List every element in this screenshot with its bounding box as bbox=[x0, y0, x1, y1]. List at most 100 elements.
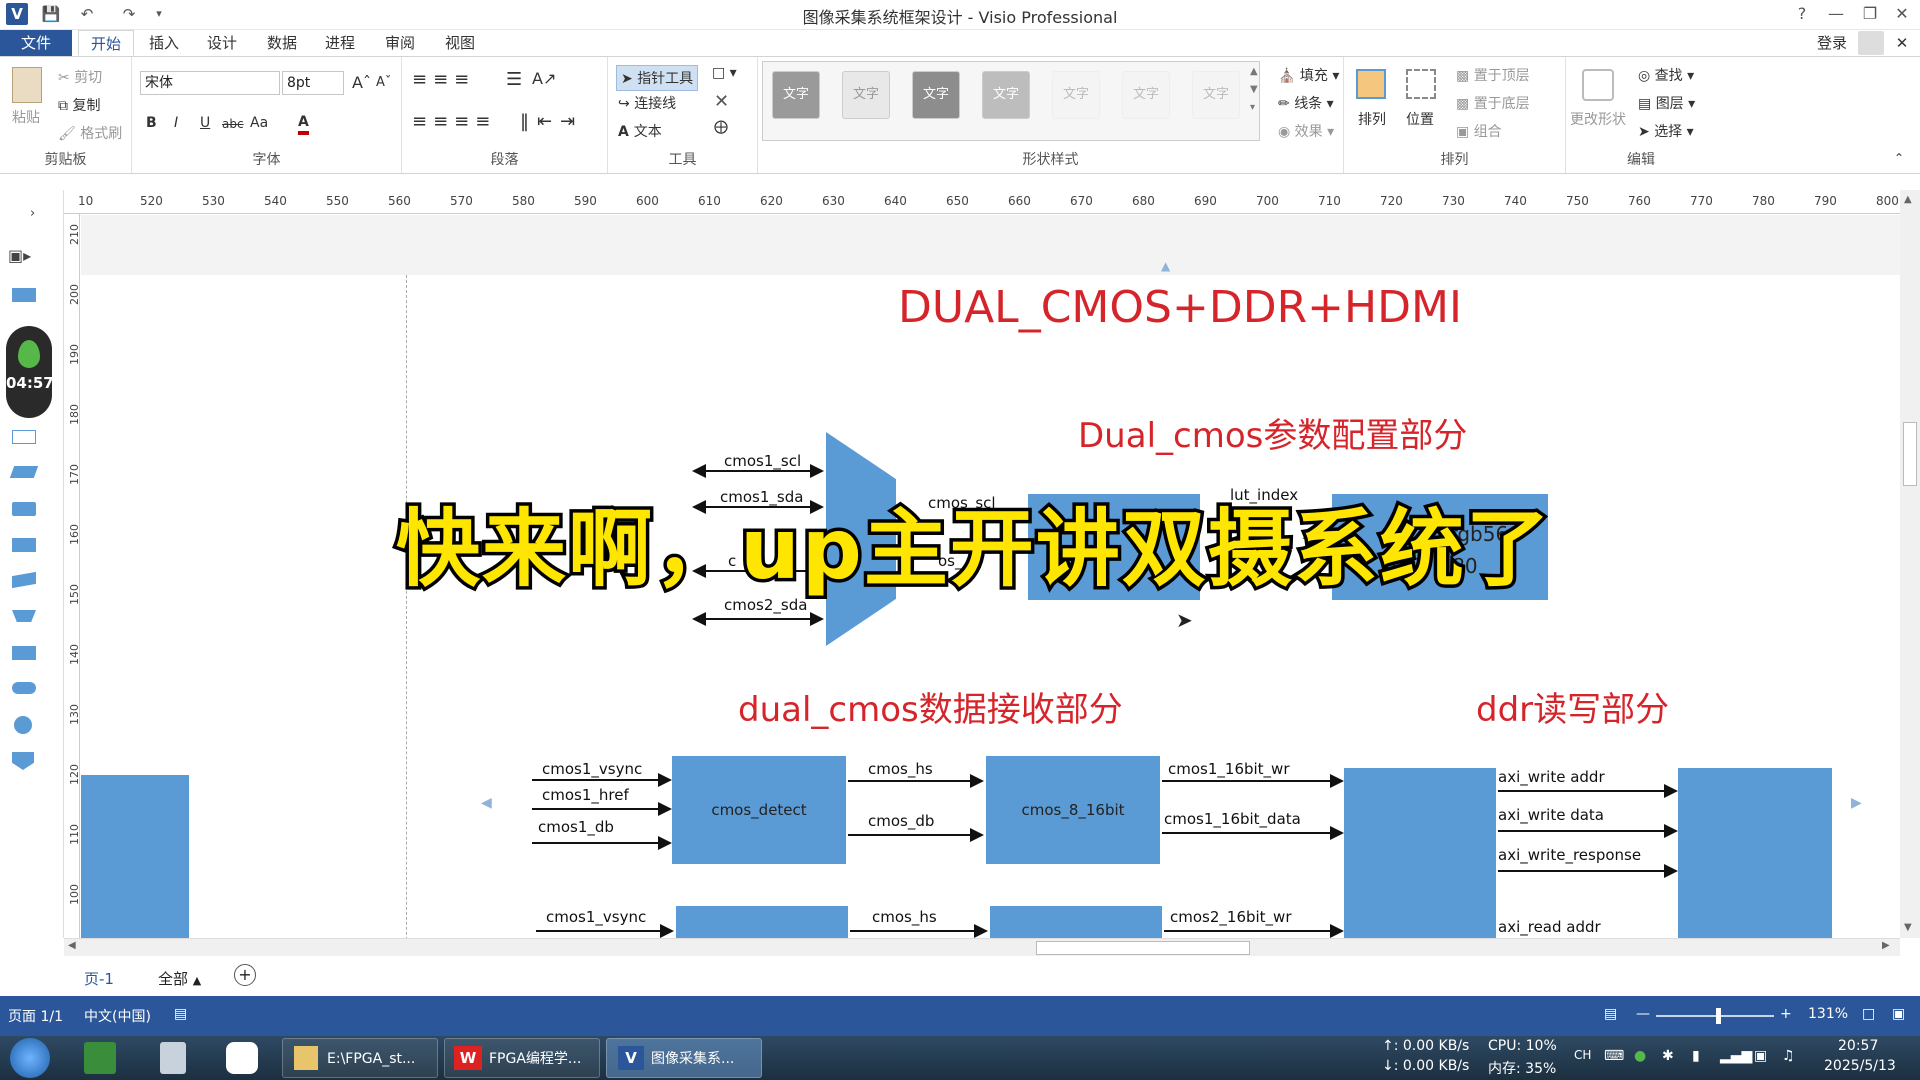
shape-style-6[interactable]: 文字 bbox=[1122, 71, 1170, 119]
wire-row1-db[interactable] bbox=[532, 836, 672, 850]
collapse-ribbon-icon[interactable]: ⌃ bbox=[1894, 151, 1904, 165]
shape-style-4[interactable]: 文字 bbox=[982, 71, 1030, 119]
rectangle-tool-icon[interactable]: □ ▾ bbox=[712, 65, 737, 81]
position-button[interactable]: 位置 bbox=[1406, 109, 1434, 129]
effect-button[interactable]: ◉ 效果 ▾ bbox=[1278, 121, 1334, 141]
vertical-scroll-thumb[interactable] bbox=[1903, 422, 1917, 486]
wire-row2-vsync[interactable] bbox=[536, 924, 674, 938]
change-shape-icon[interactable] bbox=[1582, 69, 1614, 101]
shape-terminator-icon[interactable] bbox=[12, 682, 36, 694]
shape-rectangle-icon[interactable] bbox=[12, 288, 36, 302]
scroll-up-icon[interactable]: ▲ bbox=[1904, 194, 1912, 205]
tab-insert[interactable]: 插入 bbox=[142, 30, 186, 56]
network-icon[interactable]: ▣ bbox=[1754, 1048, 1767, 1064]
select-button[interactable]: ➤ 选择 ▾ bbox=[1638, 121, 1694, 141]
shape-style-2[interactable]: 文字 bbox=[842, 71, 890, 119]
wire-row1-mid-db[interactable] bbox=[848, 828, 984, 842]
shapes-icon[interactable]: ▣▸ bbox=[8, 246, 31, 265]
help-button[interactable]: ? bbox=[1788, 2, 1816, 26]
close-doc-icon[interactable]: ✕ bbox=[1890, 30, 1914, 56]
fill-button[interactable]: ⛪ 填充 ▾ bbox=[1278, 65, 1339, 85]
shape-style-5[interactable]: 文字 bbox=[1052, 71, 1100, 119]
tab-design[interactable]: 设计 bbox=[200, 30, 244, 56]
start-button-icon[interactable] bbox=[10, 1038, 50, 1078]
leaf-tray-icon[interactable]: ● bbox=[1634, 1048, 1646, 1064]
wire-row1-hs[interactable] bbox=[848, 774, 984, 788]
connection-point-icon[interactable]: ⨁ bbox=[714, 119, 728, 135]
shape-manual-operation-icon[interactable] bbox=[12, 610, 36, 622]
offpage-block-left[interactable] bbox=[81, 775, 189, 938]
shrink-font-icon[interactable]: Aˇ bbox=[376, 75, 391, 90]
diagram-main-title[interactable]: DUAL_CMOS+DDR+HDMI bbox=[898, 282, 1462, 333]
arrange-icon[interactable] bbox=[1356, 69, 1386, 99]
underline-button[interactable]: U bbox=[200, 115, 210, 131]
wire-cmos1-16bit-wr[interactable] bbox=[1162, 774, 1344, 788]
shape-predefined-icon[interactable] bbox=[12, 538, 36, 552]
zoom-slider-thumb[interactable] bbox=[1716, 1008, 1721, 1024]
shape-card-icon[interactable] bbox=[12, 646, 36, 660]
block-cmos-detect[interactable]: cmos_detect bbox=[672, 756, 846, 864]
paste-icon[interactable] bbox=[12, 67, 42, 103]
zoom-level[interactable]: 131% bbox=[1808, 1006, 1848, 1022]
align-top-icons[interactable]: ≡≡≡ bbox=[412, 69, 475, 90]
pointer-tool-button[interactable]: ➤ 指针工具 bbox=[616, 65, 699, 91]
italic-button[interactable]: I bbox=[174, 115, 178, 131]
fit-page-icon[interactable]: □ bbox=[1862, 1006, 1875, 1022]
login-link[interactable]: 登录 bbox=[1812, 30, 1852, 56]
wire-axi-write-addr[interactable] bbox=[1498, 784, 1678, 798]
status-page-count[interactable]: 页面 1/1 bbox=[8, 1006, 63, 1026]
wire-cmos2-16bit-wr[interactable] bbox=[1164, 924, 1344, 938]
shape-offpage-icon[interactable] bbox=[12, 752, 34, 770]
gallery-scroll-icons[interactable]: ▲ ▼ ▾ bbox=[1250, 63, 1258, 117]
text-tool-button[interactable]: A 文本 bbox=[618, 121, 662, 141]
status-language[interactable]: 中文(中国) bbox=[84, 1006, 151, 1026]
wire-axi-write-data[interactable] bbox=[1498, 824, 1678, 838]
wire-row2-hs[interactable] bbox=[850, 924, 988, 938]
block-row2-8-16bit[interactable] bbox=[990, 906, 1162, 938]
connector-button[interactable]: ↪ 连接线 bbox=[618, 93, 676, 113]
add-page-button[interactable]: + bbox=[234, 964, 256, 986]
change-shape-button[interactable]: 更改形状 bbox=[1570, 109, 1626, 129]
shape-style-7[interactable]: 文字 bbox=[1192, 71, 1240, 119]
macro-record-icon[interactable]: ▤ bbox=[174, 1006, 187, 1022]
bluetooth-icon[interactable]: ✱ bbox=[1662, 1048, 1674, 1064]
block-cmos-8-16bit[interactable]: cmos_8_16bit bbox=[986, 756, 1160, 864]
bold-button[interactable]: B bbox=[146, 115, 157, 131]
font-color-button[interactable]: A bbox=[298, 113, 309, 135]
bring-to-front-button[interactable]: ▩ 置于顶层 bbox=[1456, 65, 1530, 85]
tab-page-1[interactable]: 页-1 bbox=[84, 968, 114, 989]
horizontal-scroll-thumb[interactable] bbox=[1036, 941, 1250, 955]
group-button[interactable]: ▣ 组合 bbox=[1456, 121, 1502, 141]
clock-date[interactable]: 2025/5/13 bbox=[1824, 1058, 1896, 1074]
zoom-in-icon[interactable]: + bbox=[1780, 1006, 1792, 1022]
vertical-scrollbar[interactable]: ▲ ▼ bbox=[1900, 190, 1920, 938]
tab-file[interactable]: 文件 bbox=[0, 30, 72, 56]
zoom-slider-track[interactable] bbox=[1656, 1015, 1774, 1017]
section-title-receive[interactable]: dual_cmos数据接收部分 bbox=[738, 682, 1123, 731]
grow-font-icon[interactable]: Aˆ bbox=[352, 73, 371, 92]
layers-button[interactable]: ▤ 图层 ▾ bbox=[1638, 93, 1695, 113]
wire-cmos2-sda[interactable] bbox=[692, 612, 824, 626]
calculator-icon[interactable] bbox=[160, 1042, 186, 1074]
baidu-netdisk-icon[interactable] bbox=[226, 1042, 258, 1074]
keyboard-icon[interactable]: ⌨ bbox=[1604, 1048, 1624, 1064]
clock-time[interactable]: 20:57 bbox=[1838, 1038, 1878, 1054]
tab-view[interactable]: 视图 bbox=[438, 30, 482, 56]
align-left-center-right-icons[interactable]: ≡≡≡≡ bbox=[412, 111, 496, 132]
expand-panel-icon[interactable]: › bbox=[30, 206, 35, 221]
section-title-ddr[interactable]: ddr读写部分 bbox=[1476, 682, 1669, 731]
scroll-left-icon[interactable]: ◀ bbox=[68, 940, 76, 951]
wire-axi-write-response[interactable] bbox=[1498, 864, 1678, 878]
zoom-out-icon[interactable]: — bbox=[1636, 1006, 1650, 1022]
close-button[interactable]: ✕ bbox=[1888, 2, 1916, 26]
indent-icons[interactable]: ‖⇤⇥ bbox=[520, 111, 583, 132]
tab-process[interactable]: 进程 bbox=[318, 30, 362, 56]
position-icon[interactable] bbox=[1406, 69, 1436, 99]
line-button[interactable]: ✏ 线条 ▾ bbox=[1278, 93, 1334, 113]
shape-circle-icon[interactable] bbox=[14, 716, 32, 734]
tab-review[interactable]: 审阅 bbox=[378, 30, 422, 56]
block-ddr-controller[interactable] bbox=[1678, 768, 1832, 938]
delete-connector-icon[interactable]: ✕ bbox=[714, 91, 729, 112]
shape-manual-input-icon[interactable] bbox=[12, 571, 36, 589]
strikethrough-button[interactable]: abc bbox=[222, 117, 244, 131]
